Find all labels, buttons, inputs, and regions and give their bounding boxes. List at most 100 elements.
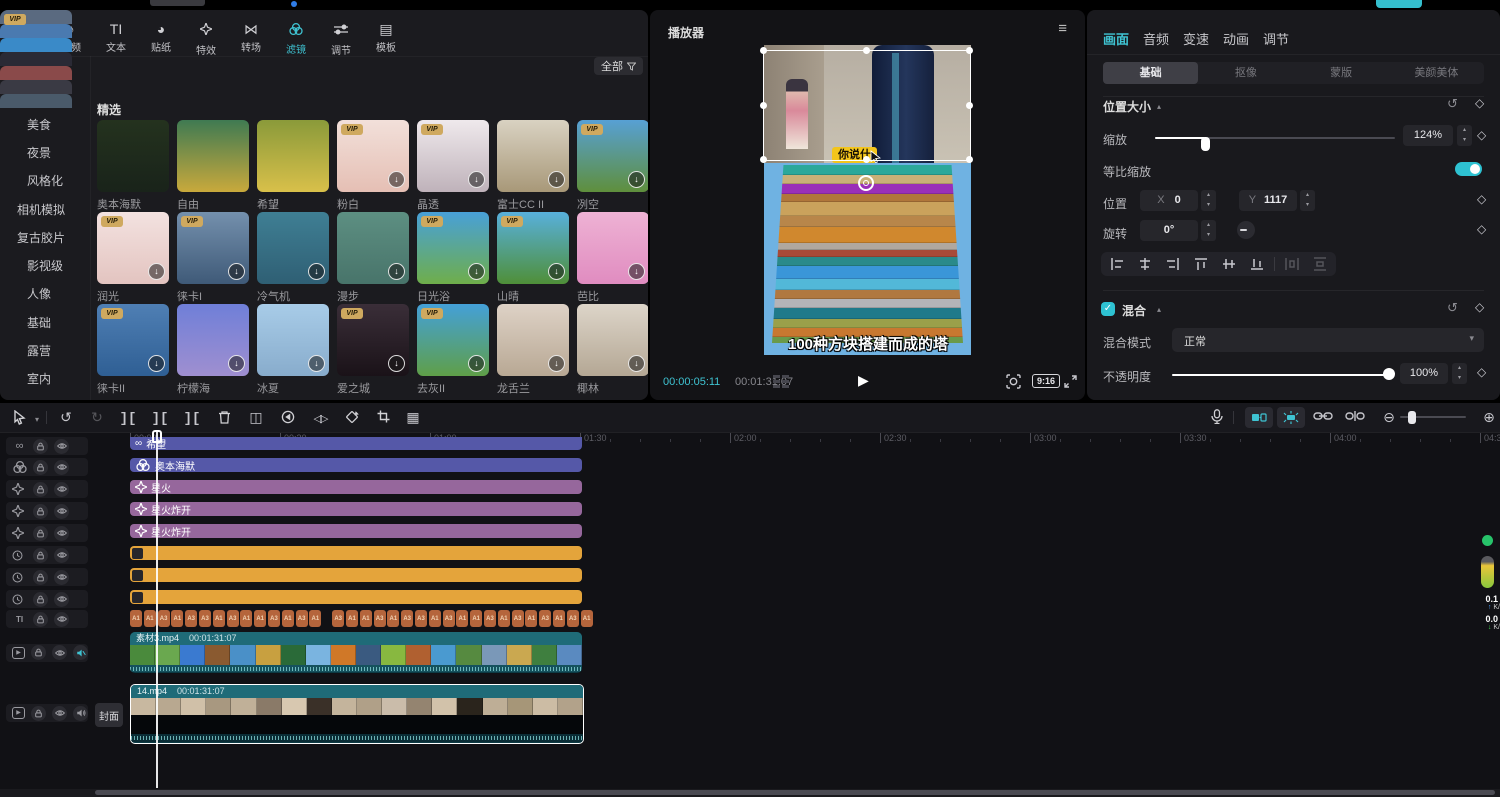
alignment-distribute-v[interactable]: [1307, 254, 1333, 274]
scale-keyframe-icon[interactable]: ◇: [1477, 128, 1486, 142]
filter-card[interactable]: 自由: [177, 120, 249, 212]
download-icon[interactable]: ↓: [388, 171, 405, 188]
alignment-align-top[interactable]: [1188, 254, 1214, 274]
alignment-align-center-h[interactable]: [1132, 254, 1158, 274]
download-icon[interactable]: ↓: [628, 263, 645, 280]
text-clip[interactable]: A3: [401, 610, 413, 627]
rotate-field[interactable]: 0°: [1140, 220, 1198, 241]
text-clip[interactable]: A3: [296, 610, 308, 627]
text-clip[interactable]: A1: [130, 610, 142, 627]
blend-collapse-icon[interactable]: ▴: [1157, 305, 1161, 314]
subtab-美颜美体[interactable]: 美颜美体: [1389, 62, 1484, 84]
filter-card[interactable]: ↓椰林: [577, 304, 648, 396]
text-clip[interactable]: A1: [346, 610, 358, 627]
blend-keyframe-icon[interactable]: ◇: [1475, 300, 1484, 314]
play-button[interactable]: ▶: [858, 372, 869, 389]
download-icon[interactable]: ↓: [148, 263, 165, 280]
filter-card[interactable]: VIP↓润光: [97, 212, 169, 304]
download-icon[interactable]: ↓: [628, 171, 645, 188]
text-clip[interactable]: A1: [309, 610, 321, 627]
text-clip[interactable]: A1: [240, 610, 252, 627]
tab-变速[interactable]: 变速: [1183, 29, 1209, 48]
text-clip[interactable]: A3: [158, 610, 170, 627]
download-icon[interactable]: ↓: [548, 171, 565, 188]
anchor-point-icon[interactable]: [858, 175, 874, 191]
fullscreen-icon[interactable]: [1063, 374, 1078, 389]
scrollbar-thumb[interactable]: [95, 790, 1495, 795]
filter-card-partial[interactable]: VIP: [0, 24, 72, 38]
download-icon[interactable]: ↓: [228, 263, 245, 280]
scale-value[interactable]: 124%: [1403, 125, 1453, 146]
filter-card[interactable]: ↓柠檬海: [177, 304, 249, 396]
opacity-stepper[interactable]: ▴▾: [1452, 363, 1467, 384]
blend-checkbox[interactable]: ✓: [1101, 302, 1115, 316]
video-clip-14.mp4[interactable]: 14.mp400:01:31:07: [130, 684, 584, 744]
video-clip-素材3.mp4[interactable]: 素材3.mp400:01:31:07: [130, 632, 582, 673]
text-clip[interactable]: A1: [456, 610, 468, 627]
filter-card[interactable]: VIP↓日光浴: [417, 212, 489, 304]
clip-sticker[interactable]: [130, 568, 582, 582]
selection-handle[interactable]: [760, 156, 767, 163]
text-clip[interactable]: A3: [332, 610, 344, 627]
tab-动画[interactable]: 动画: [1223, 29, 1249, 48]
filter-card[interactable]: ↓冰夏: [257, 304, 329, 396]
cover-button[interactable]: 封面: [95, 703, 123, 727]
blend-reset-icon[interactable]: ↺: [1447, 300, 1458, 316]
filter-card[interactable]: 奥本海默: [97, 120, 169, 212]
playhead-line[interactable]: [156, 432, 158, 788]
text-clip[interactable]: A3: [539, 610, 551, 627]
filter-card-partial[interactable]: [0, 94, 72, 108]
filter-card[interactable]: ↓漫步: [337, 212, 409, 304]
filter-card[interactable]: ↓龙舌兰: [497, 304, 569, 396]
text-clip[interactable]: A1: [282, 610, 294, 627]
text-clip[interactable]: A3: [374, 610, 386, 627]
section-position-size-title[interactable]: 位置大小 ▴: [1103, 98, 1161, 115]
download-icon[interactable]: ↓: [548, 263, 565, 280]
alignment-align-left[interactable]: [1104, 254, 1130, 274]
keyframe-icon-ps[interactable]: ◇: [1475, 96, 1484, 110]
tab-调节[interactable]: 调节: [1263, 29, 1289, 48]
player-menu-icon[interactable]: ≡: [1058, 20, 1067, 37]
position-y-stepper[interactable]: ▴▾: [1300, 190, 1315, 211]
download-icon[interactable]: ↓: [548, 355, 565, 372]
text-clip[interactable]: A1: [254, 610, 266, 627]
filter-card[interactable]: VIP↓冽空: [577, 120, 648, 212]
text-clip[interactable]: A3: [512, 610, 524, 627]
filter-card[interactable]: ↓富士CC II: [497, 120, 569, 212]
text-clip[interactable]: A3: [415, 610, 427, 627]
selection-handle[interactable]: [863, 47, 870, 54]
blend-mode-dropdown[interactable]: 正常 ▾: [1172, 328, 1484, 352]
rotate-dial[interactable]: [1237, 221, 1255, 239]
alignment-align-right[interactable]: [1160, 254, 1186, 274]
filter-card-partial[interactable]: VIP: [0, 52, 72, 66]
filter-card-partial[interactable]: VIP: [0, 38, 72, 52]
download-icon[interactable]: ↓: [388, 263, 405, 280]
download-icon[interactable]: ↓: [468, 355, 485, 372]
frame-view-icon[interactable]: [773, 375, 789, 388]
text-clip[interactable]: A1: [387, 610, 399, 627]
tab-画面[interactable]: 画面: [1103, 29, 1129, 48]
uniform-scale-toggle[interactable]: [1455, 162, 1482, 176]
tab-音频[interactable]: 音频: [1143, 29, 1169, 48]
ratio-button[interactable]: 9:16: [1032, 374, 1060, 388]
preview-focus-icon[interactable]: [1005, 373, 1022, 390]
export-button-fragment[interactable]: [1376, 0, 1422, 8]
scale-stepper[interactable]: ▴▾: [1457, 125, 1472, 146]
selection-handle[interactable]: [966, 102, 973, 109]
text-clip[interactable]: A3: [268, 610, 280, 627]
text-clip[interactable]: A3: [484, 610, 496, 627]
subtab-蒙版[interactable]: 蒙版: [1294, 62, 1389, 84]
position-x-stepper[interactable]: ▴▾: [1201, 190, 1216, 211]
filter-card[interactable]: VIP↓山晴: [497, 212, 569, 304]
alignment-distribute-h[interactable]: [1279, 254, 1305, 274]
download-icon[interactable]: ↓: [468, 263, 485, 280]
selection-box[interactable]: [763, 50, 971, 161]
filter-card[interactable]: VIP↓粉白: [337, 120, 409, 212]
download-icon[interactable]: ↓: [308, 355, 325, 372]
rotate-keyframe-icon[interactable]: ◇: [1477, 222, 1486, 236]
download-icon[interactable]: ↓: [228, 355, 245, 372]
text-clip[interactable]: A1: [498, 610, 510, 627]
filter-card-partial[interactable]: [0, 80, 72, 94]
download-icon[interactable]: ↓: [468, 171, 485, 188]
text-clip[interactable]: A1: [581, 610, 593, 627]
